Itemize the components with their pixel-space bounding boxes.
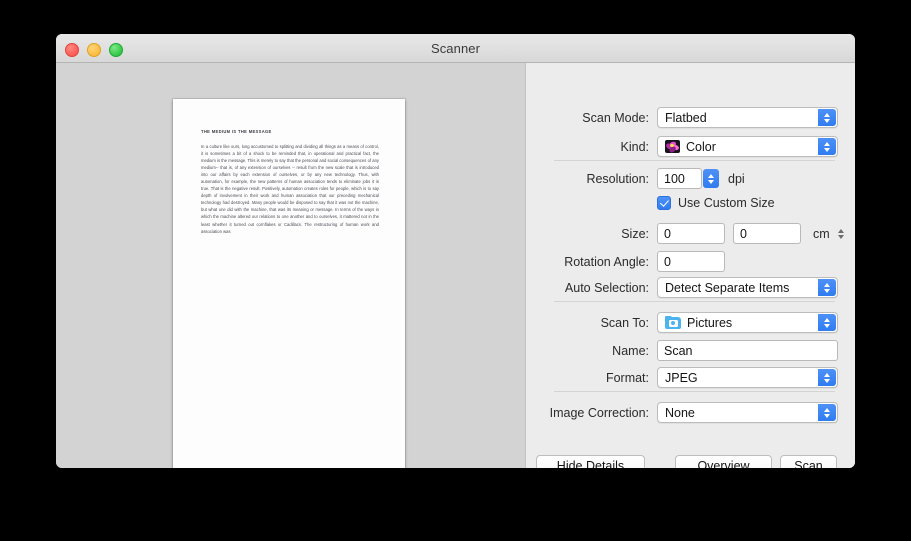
resolution-label: Resolution: — [586, 171, 649, 186]
image-correction-label: Image Correction: — [549, 405, 649, 420]
window-title: Scanner — [430, 40, 481, 56]
scanner-window: Scanner THE MEDIUM IS THE MESSAGE In a c… — [56, 34, 855, 468]
size-unit-stepper[interactable] — [834, 228, 848, 239]
document-heading: THE MEDIUM IS THE MESSAGE — [201, 129, 272, 134]
size-unit-label: cm — [813, 226, 830, 241]
image-correction-value: None — [665, 405, 695, 420]
size-row: Size: 0 0 cm — [526, 223, 848, 244]
name-row: Name: Scan — [526, 340, 838, 361]
color-swatch-icon — [665, 140, 680, 153]
divider-3 — [554, 391, 835, 392]
size-label: Size: — [621, 226, 649, 241]
auto-selection-row: Auto Selection: Detect Separate Items — [526, 277, 838, 298]
auto-selection-value: Detect Separate Items — [665, 280, 790, 295]
overview-button[interactable]: Overview — [675, 455, 772, 468]
chevron-updown-icon[interactable] — [818, 369, 836, 386]
chevron-updown-icon[interactable] — [818, 138, 836, 155]
chevron-updown-icon[interactable] — [818, 404, 836, 421]
auto-selection-select[interactable]: Detect Separate Items — [657, 277, 838, 298]
image-correction-row: Image Correction: None — [526, 402, 838, 423]
rotation-angle-row: Rotation Angle: 0 — [526, 251, 725, 272]
name-value: Scan — [664, 343, 693, 358]
scan-mode-select[interactable]: Flatbed — [657, 107, 838, 128]
resolution-value: 100 — [664, 171, 685, 186]
scan-mode-label: Scan Mode: — [582, 110, 649, 125]
kind-value: Color — [686, 139, 716, 154]
minimize-button[interactable] — [87, 43, 101, 57]
hide-details-button[interactable]: Hide Details — [536, 455, 645, 468]
image-correction-select[interactable]: None — [657, 402, 838, 423]
name-label: Name: — [612, 343, 649, 358]
pictures-folder-icon — [665, 316, 681, 329]
size-height-value: 0 — [740, 226, 747, 241]
scanned-page[interactable]: THE MEDIUM IS THE MESSAGE In a culture l… — [173, 99, 405, 468]
maximize-button[interactable] — [109, 43, 123, 57]
rotation-angle-value: 0 — [664, 254, 671, 269]
divider-1 — [554, 160, 835, 161]
resolution-unit: dpi — [728, 171, 745, 186]
scan-mode-row: Scan Mode: Flatbed — [526, 107, 838, 128]
divider-2 — [554, 301, 835, 302]
size-width-value: 0 — [664, 226, 671, 241]
kind-row: Kind: Color — [526, 136, 838, 157]
use-custom-size-checkbox[interactable] — [657, 196, 671, 210]
document-body-text: In a culture like ours, long accustomed … — [201, 144, 379, 234]
format-label: Format: — [605, 370, 649, 385]
page-content: THE MEDIUM IS THE MESSAGE In a culture l… — [201, 129, 379, 235]
use-custom-size-label: Use Custom Size — [678, 196, 775, 210]
chevron-updown-icon[interactable] — [818, 279, 836, 296]
resolution-input[interactable]: 100 — [657, 168, 702, 189]
chevron-updown-icon[interactable] — [818, 109, 836, 126]
name-input[interactable]: Scan — [657, 340, 838, 361]
window-body: THE MEDIUM IS THE MESSAGE In a culture l… — [56, 63, 855, 468]
chevron-updown-icon[interactable] — [818, 314, 836, 331]
scan-to-row: Scan To: Pictures — [526, 312, 838, 333]
auto-selection-label: Auto Selection: — [564, 280, 649, 295]
size-height-input[interactable]: 0 — [733, 223, 801, 244]
title-bar: Scanner — [56, 34, 855, 63]
scan-mode-value: Flatbed — [665, 110, 707, 125]
scan-button[interactable]: Scan — [780, 455, 837, 468]
format-select[interactable]: JPEG — [657, 367, 838, 388]
scan-preview-pane[interactable]: THE MEDIUM IS THE MESSAGE In a culture l… — [56, 63, 526, 468]
kind-label: Kind: — [620, 139, 650, 154]
format-value: JPEG — [665, 370, 698, 385]
format-row: Format: JPEG — [526, 367, 838, 388]
close-button[interactable] — [65, 43, 79, 57]
rotation-angle-label: Rotation Angle: — [564, 254, 649, 269]
rotation-angle-input[interactable]: 0 — [657, 251, 725, 272]
scan-to-select[interactable]: Pictures — [657, 312, 838, 333]
resolution-row: Resolution: 100 dpi — [526, 168, 745, 189]
use-custom-size-row[interactable]: Use Custom Size — [526, 196, 775, 210]
scan-to-label: Scan To: — [600, 315, 649, 330]
scan-to-value: Pictures — [687, 315, 733, 330]
scan-settings-pane: Scan Mode: Flatbed Kind: Color Resolutio… — [526, 63, 855, 468]
size-width-input[interactable]: 0 — [657, 223, 725, 244]
resolution-stepper[interactable] — [703, 169, 719, 188]
kind-select[interactable]: Color — [657, 136, 838, 157]
window-controls — [65, 43, 123, 57]
